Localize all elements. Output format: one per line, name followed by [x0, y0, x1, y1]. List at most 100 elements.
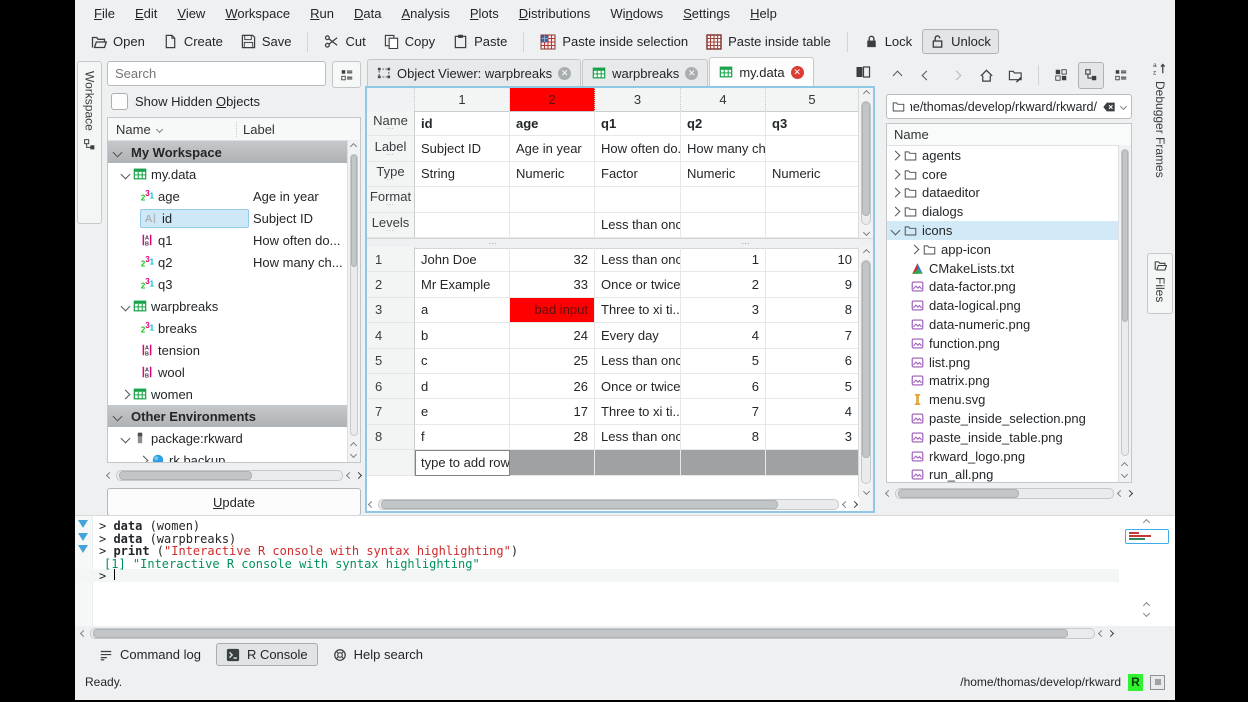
row-header-6[interactable]: 6: [367, 374, 415, 399]
cell[interactable]: e: [415, 399, 510, 424]
workspace-group-other-environments[interactable]: Other Environments: [108, 405, 360, 427]
up-button[interactable]: [884, 62, 911, 89]
workspace-hscrollbar[interactable]: [107, 469, 361, 482]
workspace-item-wool[interactable]: wool: [108, 361, 360, 383]
cell[interactable]: 17: [510, 399, 595, 424]
workspace-item-warpbreaks[interactable]: warpbreaks: [108, 295, 360, 317]
meta-cell[interactable]: Numeric: [510, 162, 595, 187]
cell[interactable]: 4: [681, 323, 766, 348]
cell[interactable]: 28: [510, 425, 595, 450]
cell[interactable]: b: [415, 323, 510, 348]
cell[interactable]: c: [415, 349, 510, 374]
meta-cell[interactable]: [681, 187, 766, 212]
r-console-tab[interactable]: R Console: [216, 643, 318, 666]
cell[interactable]: f: [415, 425, 510, 450]
file-tree-header[interactable]: Name: [887, 124, 1131, 146]
close-icon[interactable]: ✕: [558, 67, 571, 80]
tab-mydata[interactable]: my.data ✕: [709, 57, 813, 86]
row-header-format[interactable]: Format⋯: [367, 187, 415, 212]
meta-cell[interactable]: Numeric: [766, 162, 859, 187]
cell[interactable]: 26: [510, 374, 595, 399]
file-item-app-icon[interactable]: app-icon: [887, 240, 1131, 259]
create-button[interactable]: Create: [155, 29, 231, 54]
file-item-data-numeric[interactable]: data-numeric.png: [887, 315, 1131, 334]
meta-cell[interactable]: [415, 213, 510, 238]
meta-cell[interactable]: q3: [766, 111, 859, 136]
cell[interactable]: 32: [510, 247, 595, 272]
workspace-item-id[interactable]: idSubject ID: [108, 207, 360, 229]
add-row-input[interactable]: type to add row: [415, 450, 510, 475]
workspace-item-package-rkward[interactable]: package:rkward: [108, 427, 360, 449]
column-header-4[interactable]: 4: [681, 88, 766, 111]
close-modified-icon[interactable]: ✕: [791, 66, 804, 79]
cell-bad-input[interactable]: bad input: [510, 298, 595, 323]
workspace-item-age[interactable]: ageAge in year: [108, 185, 360, 207]
menu-file[interactable]: File: [85, 3, 124, 24]
meta-cell[interactable]: [766, 136, 859, 161]
r-console[interactable]: > data (women) > data (warpbreaks) > pri…: [75, 515, 1175, 626]
cell[interactable]: Once or twice...: [595, 272, 681, 297]
cell[interactable]: 9: [766, 272, 859, 297]
column-header-2-error[interactable]: 2: [510, 88, 595, 111]
row-header-type[interactable]: Type⋯: [367, 162, 415, 187]
chevron-right-icon[interactable]: [891, 150, 901, 160]
cell[interactable]: 7: [766, 323, 859, 348]
cell[interactable]: 3: [681, 298, 766, 323]
cell[interactable]: 3: [766, 425, 859, 450]
detail-view-button[interactable]: [1107, 62, 1134, 89]
row-header-2[interactable]: 2: [367, 272, 415, 297]
chevron-right-icon[interactable]: [891, 188, 901, 198]
file-item-paste-inside-selection[interactable]: paste_inside_selection.png: [887, 409, 1131, 428]
editor-hscrollbar[interactable]: [369, 498, 857, 510]
file-item-function[interactable]: function.png: [887, 334, 1131, 353]
workspace-item-rk-backup[interactable]: rk.backup...: [108, 449, 360, 463]
file-tree-hscrollbar[interactable]: [886, 487, 1132, 500]
chevron-down-icon[interactable]: [1120, 103, 1127, 110]
meta-cell[interactable]: [415, 187, 510, 212]
open-button[interactable]: Open: [83, 29, 153, 55]
cell[interactable]: 8: [766, 298, 859, 323]
debugger-frames-side-tab[interactable]: Debugger Frames: [1153, 81, 1167, 178]
file-item-matrix[interactable]: matrix.png: [887, 372, 1131, 391]
file-item-run-all[interactable]: run_all.png: [887, 466, 1131, 483]
cell[interactable]: Three to xi ti...: [595, 298, 681, 323]
tab-warpbreaks[interactable]: warpbreaks ✕: [582, 59, 708, 86]
menu-data[interactable]: Data: [345, 3, 390, 24]
workspace-item-tension[interactable]: tension: [108, 339, 360, 361]
file-item-rkward-logo[interactable]: rkward_logo.png: [887, 447, 1131, 466]
workspace-item-breaks[interactable]: breaks: [108, 317, 360, 339]
chevron-down-icon[interactable]: [121, 301, 131, 311]
open-folder-button[interactable]: [1003, 62, 1030, 89]
cell[interactable]: Mr Example: [415, 272, 510, 297]
cell[interactable]: Less than onc...: [595, 349, 681, 374]
menu-help[interactable]: Help: [741, 3, 786, 24]
meta-cell[interactable]: How many ch...: [681, 136, 766, 161]
cell[interactable]: 4: [766, 399, 859, 424]
column-header-5[interactable]: 5: [766, 88, 859, 111]
meta-cell[interactable]: String: [415, 162, 510, 187]
cell[interactable]: Every day: [595, 323, 681, 348]
workspace-tree-vscrollbar[interactable]: [347, 140, 360, 462]
cell[interactable]: 1: [681, 247, 766, 272]
file-item-agents[interactable]: agents: [887, 146, 1131, 165]
save-button[interactable]: Save: [233, 29, 300, 54]
show-hidden-checkbox[interactable]: [111, 93, 128, 110]
cell[interactable]: 7: [681, 399, 766, 424]
menu-workspace[interactable]: Workspace: [216, 3, 299, 24]
meta-cell[interactable]: [766, 213, 859, 238]
meta-cell[interactable]: How often do...: [595, 136, 681, 161]
cell[interactable]: Less than onc...: [595, 247, 681, 272]
cell[interactable]: a: [415, 298, 510, 323]
cell[interactable]: Three to xi ti...: [595, 399, 681, 424]
paste-inside-selection-button[interactable]: Paste inside selection: [532, 29, 696, 55]
chevron-right-icon[interactable]: [121, 389, 131, 399]
file-item-list[interactable]: list.png: [887, 353, 1131, 372]
row-header-7[interactable]: 7: [367, 399, 415, 424]
console-hscrollbar[interactable]: [75, 626, 1175, 641]
menu-distributions[interactable]: Distributions: [510, 3, 600, 24]
file-tree-vscrollbar[interactable]: [1118, 145, 1131, 482]
row-header-levels[interactable]: Levels⋯: [367, 213, 415, 238]
menu-run[interactable]: Run: [301, 3, 343, 24]
row-header-4[interactable]: 4: [367, 323, 415, 348]
workspace-item-women[interactable]: women: [108, 383, 360, 405]
